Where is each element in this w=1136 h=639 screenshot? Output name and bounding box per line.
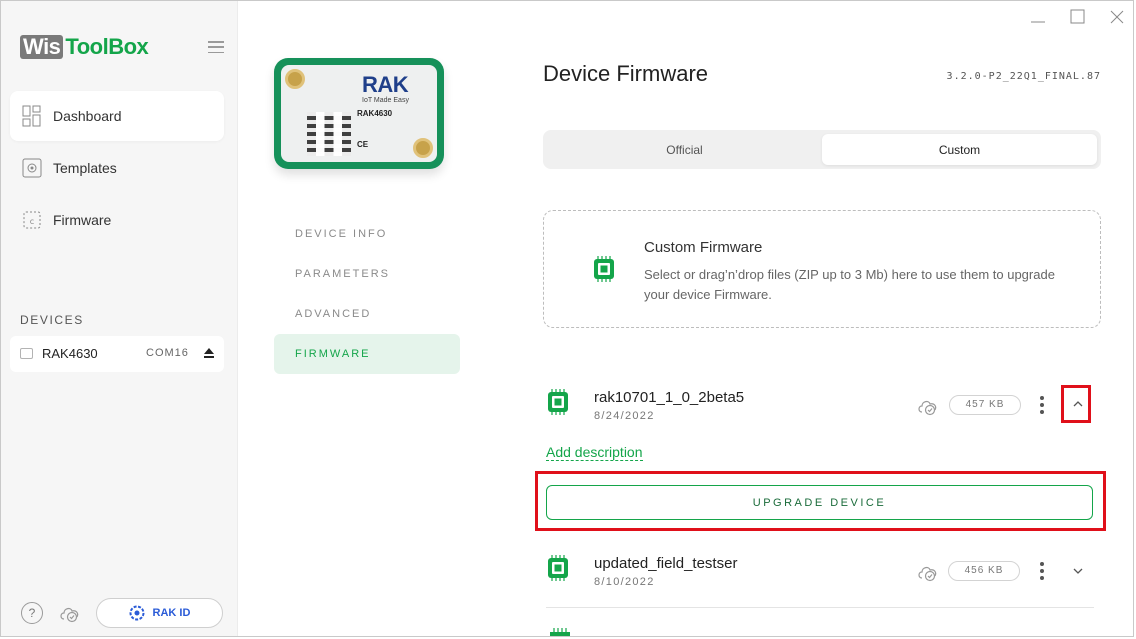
more-options-icon[interactable]: [1038, 562, 1046, 580]
chevron-down-icon[interactable]: [1071, 566, 1085, 576]
menu-parameters-label: PARAMETERS: [295, 268, 390, 280]
module-model: RAK4630: [357, 109, 393, 118]
dropzone-description: Select or drag’n’drop files (ZIP up to 3…: [644, 267, 1055, 302]
cloud-sync-icon[interactable]: [58, 602, 82, 624]
minimize-icon[interactable]: [1028, 7, 1048, 27]
hamburger-menu-icon[interactable]: [208, 41, 224, 53]
upgrade-device-button[interactable]: UPGRADE DEVICE: [546, 485, 1093, 520]
logo-wis: Wis: [20, 35, 64, 59]
device-icon: [20, 348, 33, 359]
eject-icon[interactable]: [203, 346, 215, 360]
menu-advanced-label: ADVANCED: [295, 308, 372, 320]
more-options-icon[interactable]: [1038, 396, 1046, 414]
chip-icon: [594, 256, 614, 282]
close-icon[interactable]: [1107, 7, 1127, 27]
chip-icon: [548, 389, 568, 415]
nav-firmware[interactable]: c Firmware: [10, 195, 224, 245]
firmware-item[interactable]: updated_field_testser 8/10/2022 456 KB: [543, 547, 1103, 597]
firmware-date: 8/10/2022: [594, 576, 655, 588]
next-item-chip-peek: [550, 628, 570, 636]
device-row-rak4630[interactable]: RAK4630 COM16: [10, 336, 224, 372]
page-title: Device Firmware: [543, 61, 709, 86]
dropzone-title: Custom Firmware: [644, 239, 763, 256]
menu-device-info-label: DEVICE INFO: [295, 228, 388, 240]
help-button[interactable]: ?: [21, 602, 43, 624]
app-logo: Wis ToolBox: [20, 34, 149, 60]
logo-toolbox: ToolBox: [65, 34, 149, 59]
highlight-collapse-button: [1061, 385, 1091, 423]
firmware-name: rak10701_1_0_2beta5: [594, 389, 745, 406]
antenna-pad: [413, 138, 433, 158]
svg-text:c: c: [30, 217, 34, 226]
chip-icon: [548, 555, 568, 581]
nav-dashboard-label: Dashboard: [53, 108, 122, 124]
menu-parameters[interactable]: PARAMETERS: [274, 254, 460, 294]
app-window: Wis ToolBox Dashboard Templates c Firmwa…: [0, 0, 1134, 637]
ce-mark: CE: [357, 140, 369, 149]
device-name: RAK4630: [42, 346, 98, 361]
module-slogan: IoT Made Easy: [362, 97, 409, 104]
rak-id-icon: [129, 605, 145, 621]
menu-advanced[interactable]: ADVANCED: [274, 294, 460, 334]
cloud-check-icon[interactable]: [916, 561, 940, 583]
firmware-item[interactable]: rak10701_1_0_2beta5 8/24/2022 457 KB: [543, 381, 1103, 431]
device-port: COM16: [146, 347, 189, 359]
menu-firmware[interactable]: FIRMWARE: [274, 334, 460, 374]
dashboard-icon: [22, 105, 41, 127]
nav-firmware-label: Firmware: [53, 212, 112, 228]
rak-id-button[interactable]: RAK ID: [96, 598, 223, 628]
firmware-name: updated_field_testser: [594, 555, 738, 572]
tab-custom[interactable]: Custom: [822, 134, 1097, 165]
firmware-icon: c: [23, 211, 41, 229]
nav-dashboard[interactable]: Dashboard: [10, 91, 224, 141]
device-module-image: RAK IoT Made Easy RAK4630 CE: [274, 58, 444, 169]
menu-device-info[interactable]: DEVICE INFO: [274, 214, 460, 254]
cloud-check-icon[interactable]: [916, 395, 940, 417]
firmware-size-badge: 456 KB: [948, 561, 1020, 581]
nav-templates-label: Templates: [53, 160, 117, 176]
sidebar: Wis ToolBox Dashboard Templates c Firmwa…: [1, 1, 238, 636]
firmware-source-tabs: Official Custom: [543, 130, 1101, 169]
tab-official[interactable]: Official: [547, 134, 822, 165]
custom-firmware-dropzone[interactable]: Custom Firmware Select or drag’n’drop fi…: [543, 210, 1101, 328]
list-divider: [546, 607, 1094, 608]
firmware-size-badge: 457 KB: [949, 395, 1021, 415]
firmware-version: 3.2.0-P2_22Q1_FINAL.87: [946, 71, 1101, 82]
add-description-link[interactable]: Add description: [546, 444, 643, 461]
rak-id-label: RAK ID: [152, 607, 191, 619]
module-brand: RAK: [362, 72, 409, 97]
firmware-date: 8/24/2022: [594, 410, 655, 422]
nav-templates[interactable]: Templates: [10, 143, 224, 193]
templates-icon: [22, 158, 42, 178]
maximize-icon[interactable]: [1067, 7, 1087, 27]
devices-section-title: DEVICES: [20, 313, 84, 327]
antenna-pad: [285, 69, 305, 89]
menu-firmware-label: FIRMWARE: [295, 348, 371, 360]
